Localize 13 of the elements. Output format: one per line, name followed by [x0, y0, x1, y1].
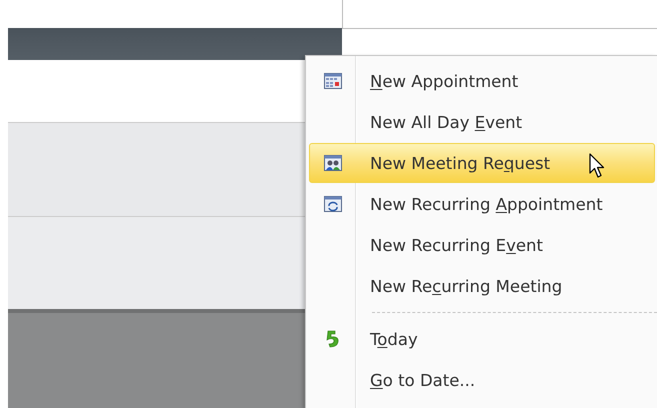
menu-item[interactable]: New Appointment [309, 61, 655, 101]
menu-item[interactable]: New Recurring Meeting [309, 266, 655, 306]
menu-item[interactable]: New Recurring Appointment [309, 184, 655, 224]
meeting-icon [324, 155, 342, 171]
menu-item[interactable]: Go to Date... [309, 360, 655, 400]
mouse-cursor-icon [589, 153, 605, 180]
recurring-calendar-icon [324, 196, 342, 212]
menu-item[interactable]: New All Day Event [309, 102, 655, 142]
arrow-icon [326, 330, 340, 348]
menu-item[interactable]: New Meeting Request [309, 143, 655, 183]
menu-item[interactable]: New Recurring Event [309, 225, 655, 265]
calendar-icon [324, 73, 342, 89]
menu-item[interactable]: Today [309, 319, 655, 359]
